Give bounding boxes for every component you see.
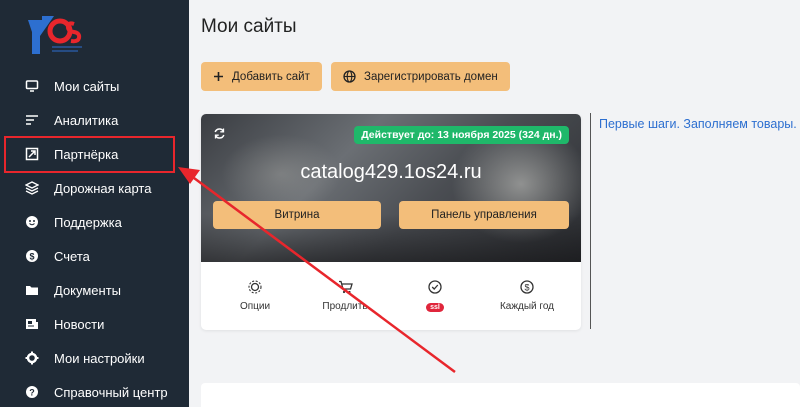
logo[interactable]: [24, 14, 86, 58]
check-circle-icon: [390, 280, 480, 296]
sidebar-item-my-sites[interactable]: Мои сайты: [0, 69, 189, 103]
sidebar-item-label: Аналитика: [54, 112, 119, 128]
site-card: Действует до: 13 ноября 2025 (324 дн.) c…: [201, 114, 581, 330]
billing-period-action[interactable]: $ Каждый год: [482, 280, 572, 312]
ssl-action[interactable]: ssl: [390, 280, 480, 312]
sidebar-item-label: Поддержка: [54, 214, 122, 230]
billing-period-label: Каждый год: [499, 301, 555, 312]
register-domain-label: Зарегистрировать домен: [364, 70, 498, 83]
site-domain: catalog429.1os24.ru: [300, 161, 482, 183]
sidebar-item-label: Мои настройки: [54, 350, 145, 366]
options-action[interactable]: Опции: [210, 280, 300, 312]
sidebar-item-label: Справочный центр: [54, 384, 168, 400]
monitor-icon: [25, 79, 39, 93]
gear-icon: [25, 351, 39, 365]
secondary-card: [201, 383, 800, 407]
divider: [590, 113, 591, 329]
folder-icon: [25, 283, 39, 297]
help-icon: ?: [25, 385, 39, 399]
control-panel-button[interactable]: Панель управления: [399, 201, 569, 229]
first-steps-link[interactable]: Первые шаги. Заполняем товары.: [599, 117, 797, 131]
svg-text:$: $: [29, 252, 34, 262]
cart-icon: [300, 280, 390, 296]
renew-action[interactable]: Продлить: [300, 280, 390, 312]
svg-text:$: $: [524, 282, 529, 292]
support-icon: [25, 215, 39, 229]
plus-icon: [213, 71, 224, 82]
options-label: Опции: [239, 301, 271, 312]
sidebar-item-label: Новости: [54, 316, 105, 332]
layers-icon: [25, 181, 39, 195]
expiry-badge: Действует до: 13 ноября 2025 (324 дн.): [354, 126, 569, 144]
sidebar-item-analytics[interactable]: Аналитика: [0, 103, 189, 137]
site-preview-image: Действует до: 13 ноября 2025 (324 дн.) c…: [201, 114, 581, 262]
sidebar: Мои сайты Аналитика Партнёрка Дорожная к…: [0, 0, 189, 407]
sidebar-item-label: Счета: [54, 248, 90, 264]
sidebar-item-documents[interactable]: Документы: [0, 273, 189, 307]
renew-label: Продлить: [322, 301, 368, 312]
sidebar-item-label: Дорожная карта: [54, 180, 152, 196]
gear-icon: [210, 280, 300, 296]
svg-text:?: ?: [29, 388, 35, 398]
dollar-icon: $: [25, 249, 39, 263]
sidebar-item-roadmap[interactable]: Дорожная карта: [0, 171, 189, 205]
add-site-label: Добавить сайт: [232, 70, 310, 83]
globe-icon: [343, 70, 356, 83]
analytics-icon: [25, 113, 39, 127]
sidebar-item-support[interactable]: Поддержка: [0, 205, 189, 239]
sidebar-item-news[interactable]: Новости: [0, 307, 189, 341]
sidebar-item-label: Мои сайты: [54, 78, 120, 94]
storefront-button[interactable]: Витрина: [213, 201, 381, 229]
add-site-button[interactable]: Добавить сайт: [201, 62, 322, 91]
refresh-icon[interactable]: [213, 127, 226, 140]
sidebar-item-settings[interactable]: Мои настройки: [0, 341, 189, 375]
register-domain-button[interactable]: Зарегистрировать домен: [331, 62, 510, 91]
sidebar-item-help-center[interactable]: ? Справочный центр: [0, 375, 189, 407]
page-title: Мои сайты: [201, 16, 297, 37]
annotation-highlight-box: [4, 136, 175, 173]
sidebar-item-label: Документы: [54, 282, 122, 298]
news-icon: [25, 317, 39, 331]
dollar-icon: $: [482, 280, 572, 296]
ssl-badge: ssl: [426, 303, 444, 312]
site-actions: Опции Продлить ssl $ Каждый год: [201, 262, 581, 330]
sidebar-item-invoices[interactable]: $ Счета: [0, 239, 189, 273]
